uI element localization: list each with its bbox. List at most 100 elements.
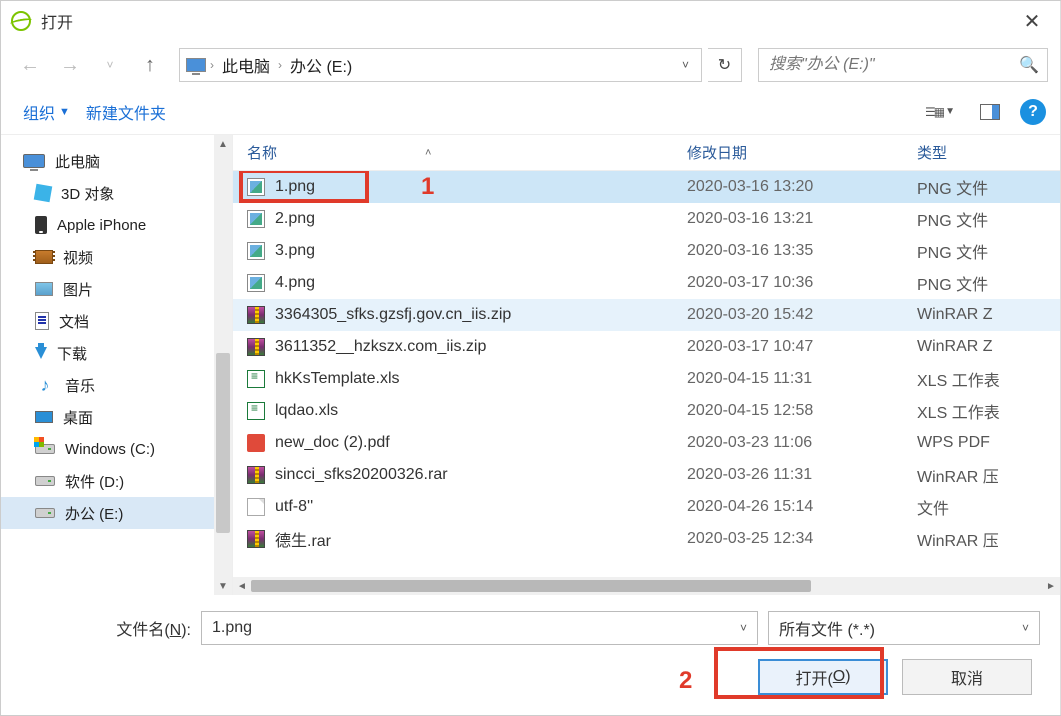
- sidebar-item[interactable]: 办公 (E:): [1, 497, 214, 529]
- file-date: 2020-03-16 13:20: [687, 178, 917, 196]
- desk-icon: [35, 411, 53, 423]
- filetype-filter[interactable]: 所有文件 (*.*) ˅: [768, 611, 1040, 645]
- sidebar-item[interactable]: 文档: [1, 305, 214, 337]
- filename-input[interactable]: 1.png ˅: [201, 611, 758, 645]
- chevron-down-icon[interactable]: ˅: [1022, 621, 1029, 635]
- sidebar-item[interactable]: Apple iPhone: [1, 209, 214, 241]
- up-button[interactable]: ↑: [133, 48, 167, 82]
- file-date: 2020-04-15 12:58: [687, 402, 917, 420]
- chevron-down-icon[interactable]: ˅: [740, 621, 747, 635]
- new-folder-button[interactable]: 新建文件夹: [78, 94, 174, 130]
- back-button[interactable]: ←: [13, 48, 47, 82]
- scroll-up-icon[interactable]: ▲: [214, 135, 232, 153]
- file-row[interactable]: sincci_sfks20200326.rar2020-03-26 11:31W…: [233, 459, 1060, 491]
- scroll-left-icon[interactable]: ◄: [233, 581, 251, 592]
- sidebar-item[interactable]: 软件 (D:): [1, 465, 214, 497]
- pdf-icon: [247, 434, 265, 452]
- drive-icon: [35, 444, 55, 454]
- horizontal-scrollbar[interactable]: ◄ ►: [233, 577, 1060, 595]
- file-name: 2.png: [275, 210, 315, 228]
- close-icon[interactable]: ✕: [1010, 5, 1054, 37]
- sidebar-item[interactable]: 3D 对象: [1, 177, 214, 209]
- bottom-panel: 文件名(N): 1.png ˅ 所有文件 (*.*) ˅ 打开(O) 取消 2: [1, 595, 1060, 715]
- phone-icon: [35, 216, 47, 234]
- h-scroll-thumb[interactable]: [251, 580, 811, 592]
- file-name: 3364305_sfks.gzsfj.gov.cn_iis.zip: [275, 306, 511, 324]
- file-row[interactable]: 3364305_sfks.gzsfj.gov.cn_iis.zip2020-03…: [233, 299, 1060, 331]
- film-icon: [35, 250, 53, 264]
- sidebar-item[interactable]: ♪音乐: [1, 369, 214, 401]
- help-button[interactable]: ?: [1020, 99, 1046, 125]
- forward-button[interactable]: →: [53, 48, 87, 82]
- file-row[interactable]: 2.png2020-03-16 13:21PNG 文件: [233, 203, 1060, 235]
- file-row[interactable]: 1.png2020-03-16 13:20PNG 文件: [233, 171, 1060, 203]
- breadcrumb-root[interactable]: 此电脑: [218, 53, 274, 77]
- recent-button[interactable]: ˅: [93, 48, 127, 82]
- file-row[interactable]: lqdao.xls 2020-04-15 12:58XLS 工作表: [233, 395, 1060, 427]
- column-date[interactable]: 修改日期: [687, 142, 917, 163]
- refresh-button[interactable]: ↻: [708, 48, 742, 82]
- pic-icon: [35, 282, 53, 296]
- file-type: XLS 工作表: [917, 399, 1060, 423]
- sidebar-scrollbar[interactable]: ▲ ▼: [214, 135, 232, 595]
- open-button[interactable]: 打开(O): [758, 659, 888, 695]
- sidebar-item[interactable]: 图片: [1, 273, 214, 305]
- file-row[interactable]: 3611352__hzkszx.com_iis.zip2020-03-17 10…: [233, 331, 1060, 363]
- h-scroll-track[interactable]: [251, 579, 1042, 593]
- list-icon: ☰▦: [925, 105, 943, 119]
- scroll-down-icon[interactable]: ▼: [214, 577, 232, 595]
- file-date: 2020-04-26 15:14: [687, 498, 917, 516]
- file-name: hkKsTemplate.xls: [275, 370, 400, 388]
- file-row[interactable]: 德生.rar2020-03-25 12:34WinRAR 压: [233, 523, 1060, 555]
- file-list: 1 1.png2020-03-16 13:20PNG 文件2.png2020-0…: [233, 171, 1060, 577]
- sidebar-item-label: Windows (C:): [65, 441, 155, 458]
- file-type: WinRAR 压: [917, 463, 1060, 487]
- sidebar-item-label: 软件 (D:): [65, 471, 124, 492]
- breadcrumb[interactable]: › 此电脑 › 办公 (E:) ˅: [179, 48, 702, 82]
- file-row[interactable]: 3.png2020-03-16 13:35PNG 文件: [233, 235, 1060, 267]
- sidebar-item-label: 文档: [59, 311, 89, 332]
- file-row[interactable]: 4.png2020-03-17 10:36PNG 文件: [233, 267, 1060, 299]
- scroll-track[interactable]: [214, 153, 232, 577]
- scroll-right-icon[interactable]: ►: [1042, 581, 1060, 592]
- file-row[interactable]: hkKsTemplate.xls2020-04-15 11:31XLS 工作表: [233, 363, 1060, 395]
- file-row[interactable]: new_doc (2).pdf2020-03-23 11:06WPS PDF: [233, 427, 1060, 459]
- chevron-right-icon[interactable]: ›: [278, 58, 282, 72]
- sidebar-item[interactable]: Windows (C:): [1, 433, 214, 465]
- sidebar-item-label: 下载: [57, 343, 87, 364]
- preview-button[interactable]: [970, 97, 1010, 127]
- file-date: 2020-03-16 13:35: [687, 242, 917, 260]
- file-type: PNG 文件: [917, 271, 1060, 295]
- file-name: 德生.rar: [275, 527, 331, 551]
- img-icon: [247, 210, 265, 228]
- scroll-thumb[interactable]: [216, 353, 230, 533]
- titlebar: 打开 ✕: [1, 1, 1060, 41]
- sidebar-item-label: 3D 对象: [61, 183, 114, 204]
- search-icon[interactable]: 🔍: [1019, 55, 1039, 75]
- column-type[interactable]: 类型: [917, 142, 1060, 163]
- zip-icon: [247, 306, 265, 324]
- zip-icon: [247, 338, 265, 356]
- column-name[interactable]: 名称 ˄: [247, 142, 687, 163]
- column-headers: 名称 ˄ 修改日期 类型: [233, 135, 1060, 171]
- sidebar-item[interactable]: 下载: [1, 337, 214, 369]
- search-box[interactable]: 🔍: [758, 48, 1048, 82]
- file-row[interactable]: utf-8''2020-04-26 15:14文件: [233, 491, 1060, 523]
- chevron-right-icon[interactable]: ›: [210, 58, 214, 72]
- file-type: WinRAR Z: [917, 338, 1060, 356]
- view-button[interactable]: ☰▦ ▼: [920, 97, 960, 127]
- file-pane: 名称 ˄ 修改日期 类型 1 1.png2020-03-16 13:20PNG …: [233, 135, 1060, 595]
- file-name: lqdao.xls: [275, 402, 338, 420]
- breadcrumb-current[interactable]: 办公 (E:): [286, 53, 356, 77]
- cancel-button[interactable]: 取消: [902, 659, 1032, 695]
- organize-button[interactable]: 组织 ▼: [15, 94, 78, 130]
- search-input[interactable]: [767, 55, 1019, 75]
- sidebar-item[interactable]: 桌面: [1, 401, 214, 433]
- sidebar-item[interactable]: 视频: [1, 241, 214, 273]
- tree-root[interactable]: 此电脑: [1, 145, 214, 177]
- chevron-down-icon[interactable]: ˅: [682, 58, 695, 72]
- zip-icon: [247, 530, 265, 548]
- music-icon: ♪: [35, 377, 55, 393]
- file-type: PNG 文件: [917, 207, 1060, 231]
- drive-icon: [35, 476, 55, 486]
